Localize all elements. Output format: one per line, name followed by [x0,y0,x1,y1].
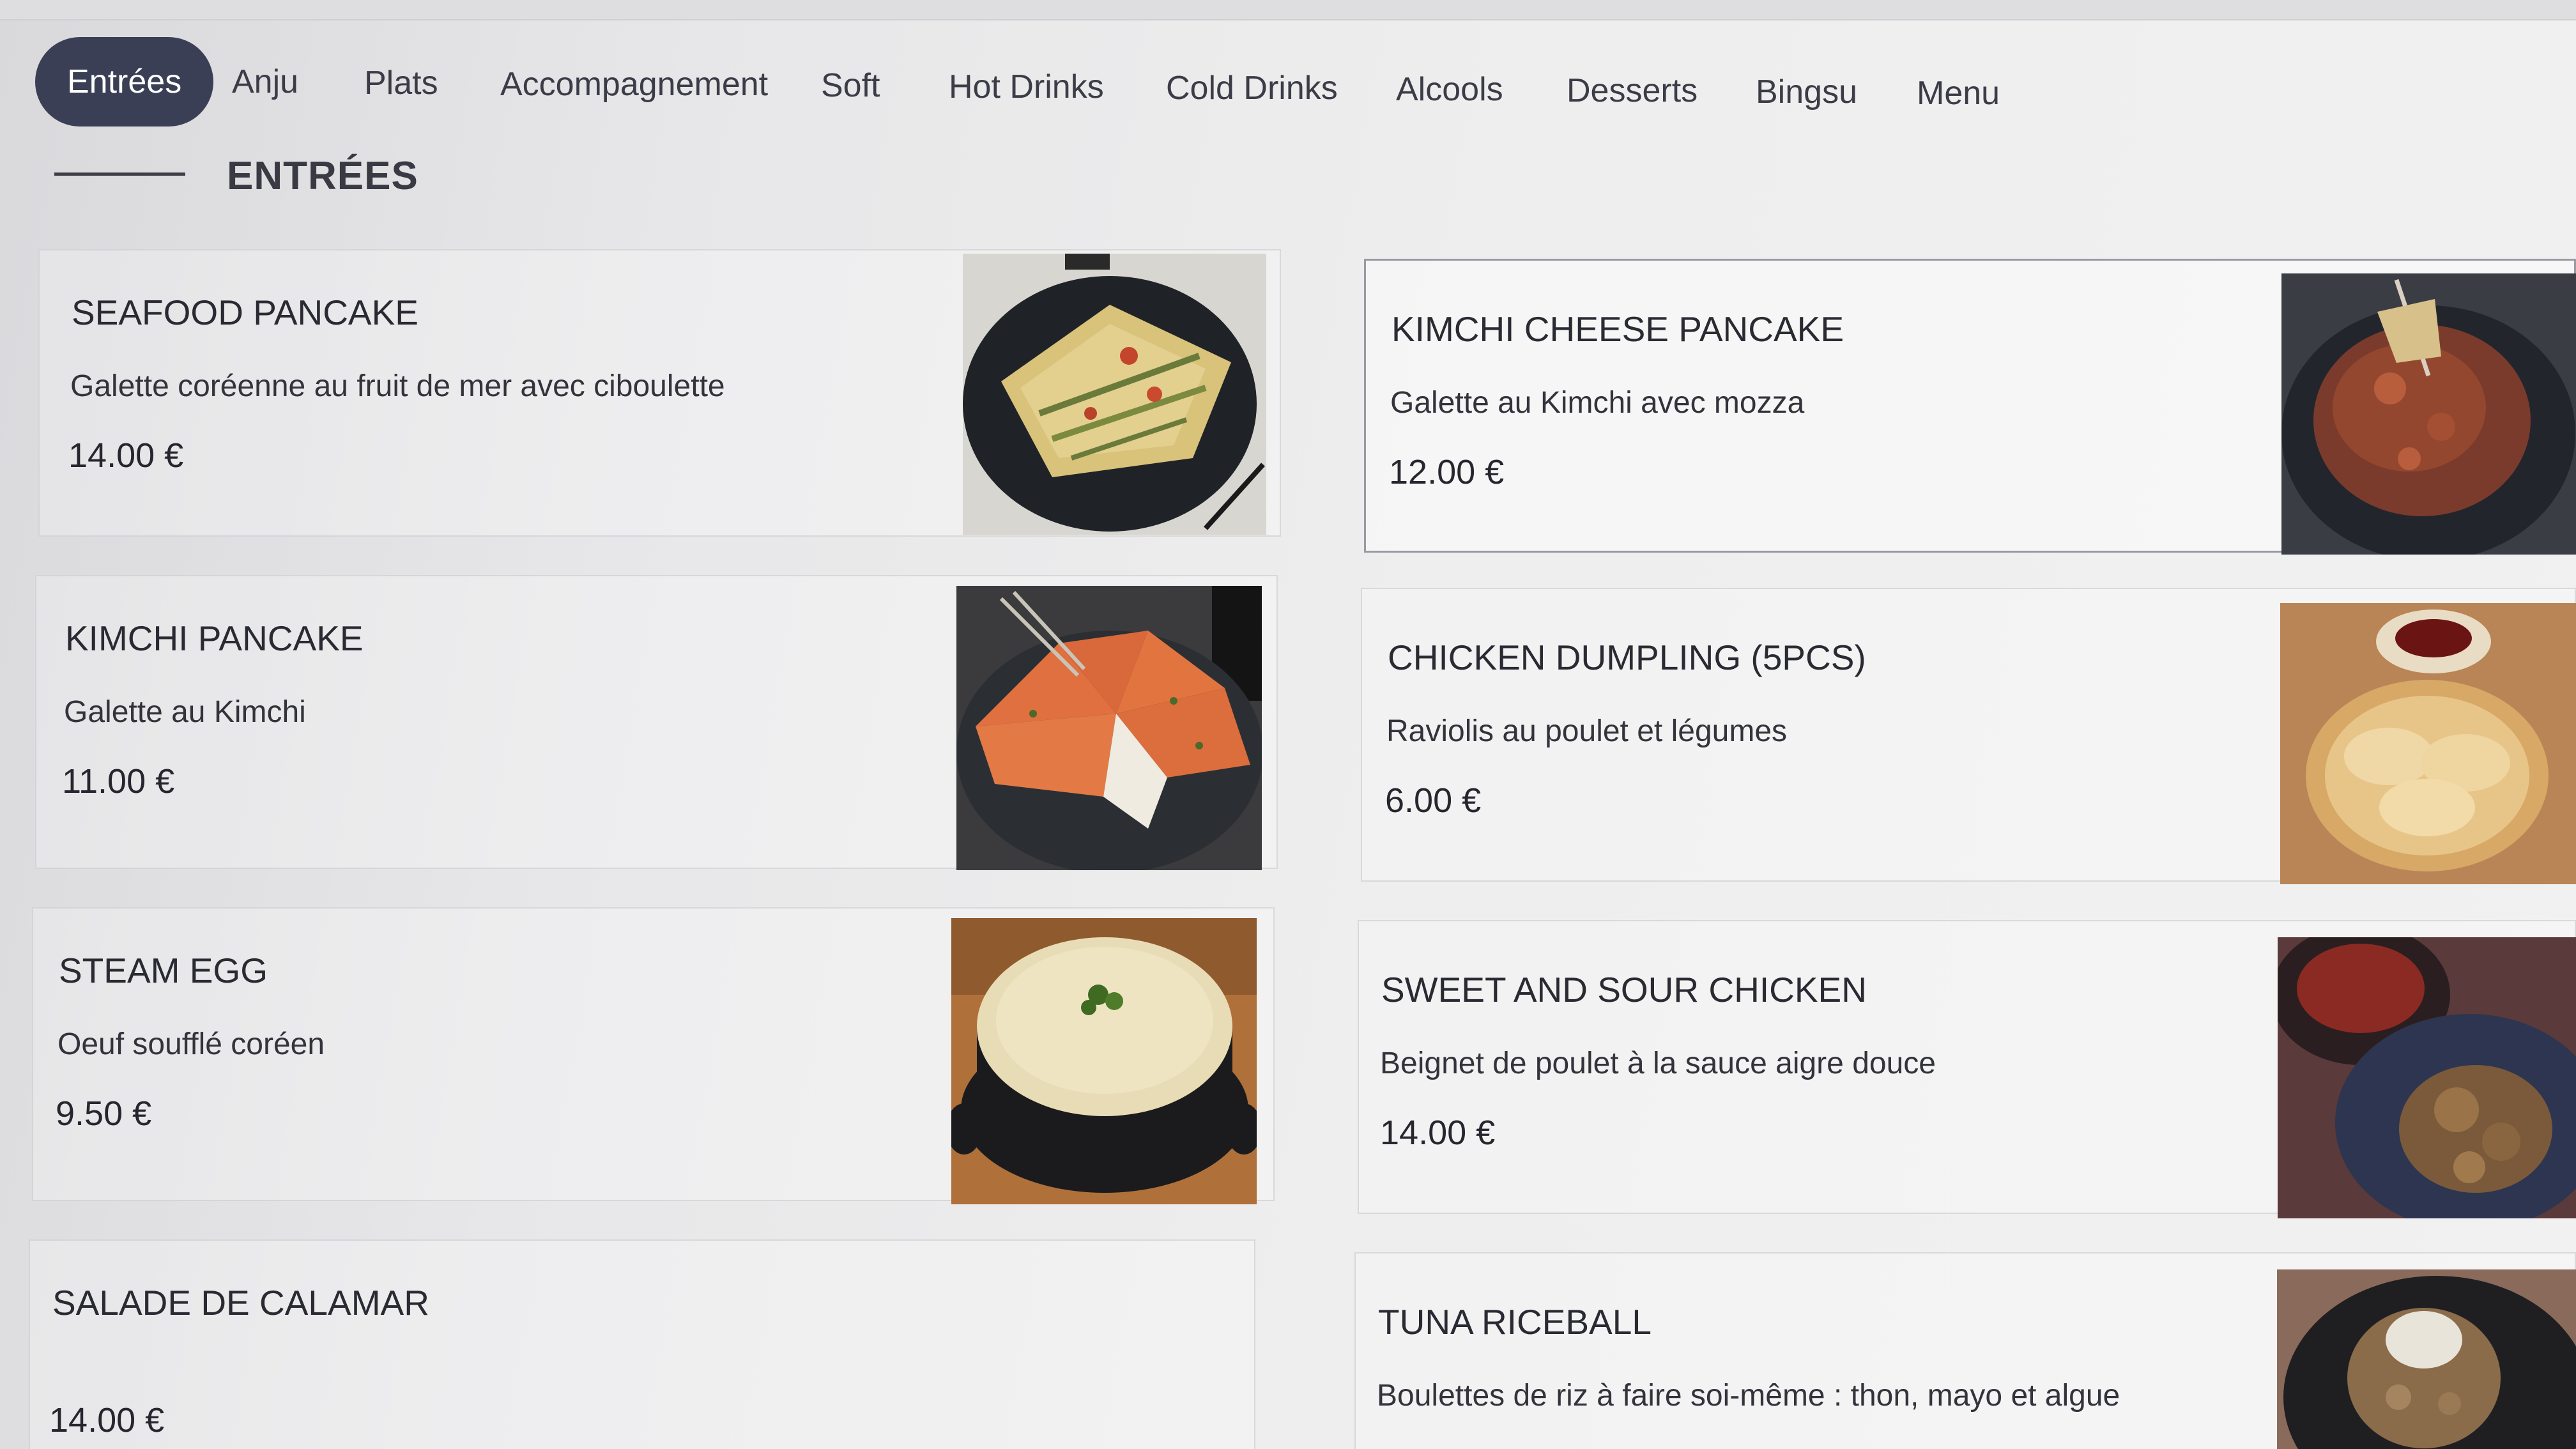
item-description: Oeuf soufflé coréen [57,1027,325,1061]
tab-alcools[interactable]: Alcools [1396,45,1503,134]
item-description: Raviolis au poulet et légumes [1386,714,1788,748]
item-price: 6.00 € [1385,781,1482,820]
tab-anju[interactable]: Anju [232,37,298,126]
item-name: STEAM EGG [59,951,268,990]
tab-bingsu[interactable]: Bingsu [1756,47,1857,137]
steam-egg-photo [951,918,1257,1204]
kimchi-cheese-pancake-photo [2281,273,2576,555]
menu-item-card[interactable]: SALADE DE CALAMAR 14.00 € [29,1239,1255,1449]
item-price: 14.00 € [49,1401,165,1439]
browser-top-strip [0,0,2576,20]
item-description: Galette au Kimchi [64,695,306,729]
menu-item-card[interactable]: SEAFOOD PANCAKE Galette coréenne au frui… [38,249,1281,537]
menu-page: Entrées Anju Plats Accompagnement Soft H… [0,0,2576,1449]
item-description: Galette au Kimchi avec mozza [1390,386,1805,420]
item-name: KIMCHI CHEESE PANCAKE [1392,309,1844,349]
menu-item-card[interactable]: SWEET AND SOUR CHICKEN Beignet de poulet… [1358,920,2576,1218]
section-title: ENTRÉES [227,154,418,198]
item-price: 12.00 € [1389,453,1505,491]
item-price: 14.00 € [68,436,184,475]
section-divider [54,172,185,176]
item-description: Beignet de poulet à la sauce aigre douce [1380,1046,1936,1080]
item-price: 14.00 € [1380,1114,1496,1152]
tab-hot-drinks[interactable]: Hot Drinks [949,42,1104,132]
category-nav: Entrées Anju Plats Accompagnement Soft H… [35,37,2080,126]
tab-entrees[interactable]: Entrées [35,37,214,126]
menu-item-card[interactable]: STEAM EGG Oeuf soufflé coréen 9.50 € [32,907,1275,1204]
tab-menu[interactable]: Menu [1917,49,2000,138]
item-name: KIMCHI PANCAKE [65,618,364,658]
chicken-dumpling-photo [2280,603,2576,884]
tuna-riceball-photo [2277,1269,2576,1449]
tab-accompagnement[interactable]: Accompagnement [500,40,768,129]
item-description: Galette coréenne au fruit de mer avec ci… [70,369,725,403]
menu-item-card[interactable]: KIMCHI PANCAKE Galette au Kimchi 11.00 € [35,575,1278,870]
tab-soft[interactable]: Soft [821,41,880,130]
item-description: Boulettes de riz à faire soi-même : thon… [1377,1379,2120,1413]
menu-item-card[interactable]: KIMCHI CHEESE PANCAKE Galette au Kimchi … [1364,259,2576,555]
item-name: TUNA RICEBALL [1378,1302,1652,1342]
tab-cold-drinks[interactable]: Cold Drinks [1166,43,1338,133]
menu-item-card[interactable]: TUNA RICEBALL Boulettes de riz à faire s… [1354,1252,2576,1449]
sweet-sour-chicken-photo [2278,937,2576,1218]
kimchi-pancake-photo [956,586,1262,870]
seafood-pancake-photo [963,254,1266,535]
menu-item-card[interactable]: CHICKEN DUMPLING (5PCS) Raviolis au poul… [1361,588,2576,884]
item-price: 11.00 € [62,762,175,801]
tab-desserts[interactable]: Desserts [1567,46,1698,135]
item-name: SALADE DE CALAMAR [52,1283,429,1322]
item-name: SEAFOOD PANCAKE [72,293,418,332]
item-name: SWEET AND SOUR CHICKEN [1381,970,1867,1009]
item-name: CHICKEN DUMPLING (5PCS) [1388,638,1866,677]
item-price: 9.50 € [56,1094,152,1133]
tab-plats[interactable]: Plats [364,38,438,128]
